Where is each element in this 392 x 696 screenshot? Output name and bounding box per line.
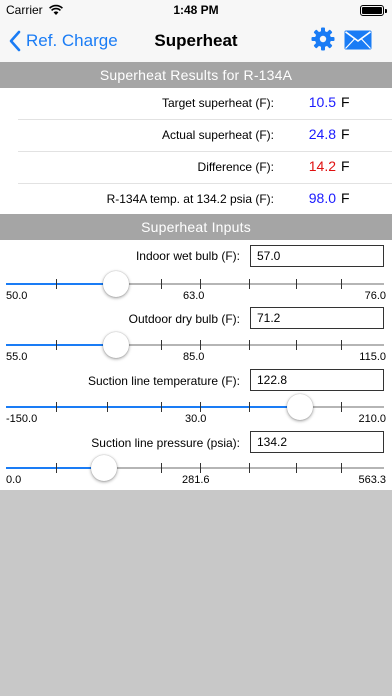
suction-line-pressure-field[interactable] xyxy=(250,431,384,453)
slider-tick xyxy=(161,402,163,412)
suction-line-temperature-field[interactable] xyxy=(250,369,384,391)
result-row-saturation-temp: R-134A temp. at 134.2 psia (F): 98.0 F xyxy=(0,184,392,216)
suction-line-temperature-slider-thumb[interactable] xyxy=(287,394,314,420)
slider-max-label: 115.0 xyxy=(359,351,386,363)
slider-tick xyxy=(199,463,201,473)
slider-tick xyxy=(161,279,163,289)
indoor-wet-bulb-label: Indoor wet bulb (F): xyxy=(135,249,240,263)
slider-fill xyxy=(6,467,97,469)
slider-tick xyxy=(199,279,201,289)
result-row-difference: Difference (F): 14.2 F xyxy=(0,152,392,184)
empty-background-area xyxy=(0,490,392,696)
slider-max-label: 76.0 xyxy=(364,290,386,302)
slider-max-label: 210.0 xyxy=(358,413,386,425)
result-label: Difference (F): xyxy=(197,160,274,174)
slider-tick xyxy=(295,279,297,289)
results-panel: Target superheat (F): 10.5 F Actual supe… xyxy=(0,88,392,214)
navigation-bar: Ref. Charge Superheat xyxy=(0,20,392,62)
outdoor-dry-bulb-field[interactable] xyxy=(250,307,384,329)
result-unit: F xyxy=(341,126,350,142)
slider-fill xyxy=(6,344,109,346)
slider-tick xyxy=(55,402,57,412)
slider-fill xyxy=(6,283,108,285)
slider-min-label: 0.0 xyxy=(6,474,22,486)
slider-tick xyxy=(55,463,57,473)
outdoor-dry-bulb-slider[interactable] xyxy=(6,340,384,350)
mail-icon[interactable] xyxy=(344,30,372,50)
status-bar: Carrier 1:48 PM xyxy=(0,0,392,20)
suction-line-pressure-label: Suction line pressure (psia): xyxy=(91,436,240,450)
suction-line-pressure-slider[interactable] xyxy=(6,463,384,473)
suction-line-pressure-slider-thumb[interactable] xyxy=(91,455,118,481)
result-unit: F xyxy=(341,158,350,174)
slider-tick xyxy=(199,340,201,350)
result-value: 24.8 xyxy=(308,126,336,142)
result-unit: F xyxy=(341,94,350,110)
slider-tick xyxy=(161,463,163,473)
indoor-wet-bulb-field[interactable] xyxy=(250,245,384,267)
results-section-header: Superheat Results for R-134A xyxy=(0,62,392,88)
outdoor-dry-bulb-label: Outdoor dry bulb (F): xyxy=(128,312,240,326)
slider-tick xyxy=(340,340,342,350)
slider-tick xyxy=(55,279,57,289)
indoor-wet-bulb-slider-thumb[interactable] xyxy=(102,271,129,297)
slider-min-label: 50.0 xyxy=(6,290,28,302)
result-label: Target superheat (F): xyxy=(161,96,274,110)
slider-tick xyxy=(340,463,342,473)
result-row-actual-superheat: Actual superheat (F): 24.8 F xyxy=(0,120,392,152)
outdoor-dry-bulb-slider-thumb[interactable] xyxy=(103,332,130,358)
suction-line-temperature-label: Suction line temperature (F): xyxy=(87,374,240,388)
slider-mid-label: 30.0 xyxy=(185,413,207,425)
slider-mid-label: 281.6 xyxy=(182,474,210,486)
slider-tick xyxy=(295,340,297,350)
slider-tick xyxy=(249,279,251,289)
slider-tick xyxy=(55,340,57,350)
result-value: 10.5 xyxy=(308,94,336,110)
slider-mid-label: 63.0 xyxy=(183,290,205,302)
suction-line-temperature-slider[interactable] xyxy=(6,402,384,412)
result-unit: F xyxy=(341,190,350,206)
slider-tick xyxy=(340,402,342,412)
result-label: R-134A temp. at 134.2 psia (F): xyxy=(106,192,274,206)
slider-tick xyxy=(199,402,201,412)
result-value: 14.2 xyxy=(308,158,336,174)
gear-icon[interactable] xyxy=(311,27,335,51)
status-time: 1:48 PM xyxy=(173,3,219,17)
slider-tick xyxy=(249,402,251,412)
result-label: Actual superheat (F): xyxy=(161,128,274,142)
slider-min-label: -150.0 xyxy=(6,413,38,425)
slider-max-label: 563.3 xyxy=(358,474,386,486)
result-row-target-superheat: Target superheat (F): 10.5 F xyxy=(0,88,392,120)
result-value: 98.0 xyxy=(308,190,336,206)
slider-tick xyxy=(340,279,342,289)
inputs-panel: Indoor wet bulb (F): 50.0 63.0 76.0 Outd… xyxy=(0,240,392,490)
slider-mid-label: 85.0 xyxy=(183,351,205,363)
inputs-section-header: Superheat Inputs xyxy=(0,214,392,240)
slider-min-label: 55.0 xyxy=(6,351,28,363)
slider-tick xyxy=(107,402,109,412)
slider-tick xyxy=(249,463,251,473)
indoor-wet-bulb-slider[interactable] xyxy=(6,279,384,289)
slider-tick xyxy=(249,340,251,350)
slider-tick xyxy=(161,340,163,350)
battery-icon xyxy=(360,5,387,16)
slider-tick xyxy=(295,463,297,473)
